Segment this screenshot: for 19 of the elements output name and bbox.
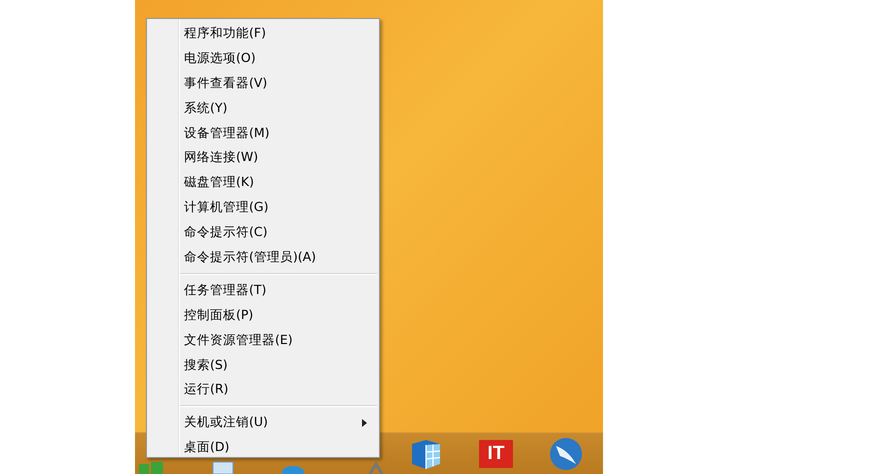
menu-item[interactable]: 事件查看器(V) (147, 70, 379, 96)
menu-item[interactable]: 关机或注销(U) (147, 410, 379, 436)
menu-item[interactable]: 运行(R) (147, 377, 379, 402)
menu-item[interactable]: 系统(Y) (147, 96, 379, 121)
menu-item[interactable]: 命令提示符(C) (147, 220, 379, 246)
menu-item[interactable]: 磁盘管理(K) (147, 170, 379, 196)
menu-item[interactable]: 电源选项(O) (147, 46, 379, 71)
app-logo-icon[interactable]: IT (479, 440, 513, 468)
menu-item[interactable]: 命令提示符(管理员)(A) (147, 245, 379, 270)
menu-item[interactable]: 程序和功能(F) (147, 21, 379, 46)
menu-item[interactable]: 任务管理器(T) (147, 278, 379, 303)
menu-item[interactable]: 搜索(S) (147, 352, 379, 378)
menu-item[interactable]: 控制面板(P) (147, 302, 379, 328)
menu-item[interactable]: 计算机管理(G) (147, 195, 379, 220)
menu-item[interactable]: 设备管理器(M) (147, 120, 379, 146)
taskbar-app-icon[interactable] (210, 460, 236, 474)
menu-item[interactable]: 网络连接(W) (147, 145, 379, 170)
menu-item[interactable]: 文件资源管理器(E) (147, 328, 379, 353)
menu-item[interactable]: 桌面(D) (147, 435, 379, 460)
